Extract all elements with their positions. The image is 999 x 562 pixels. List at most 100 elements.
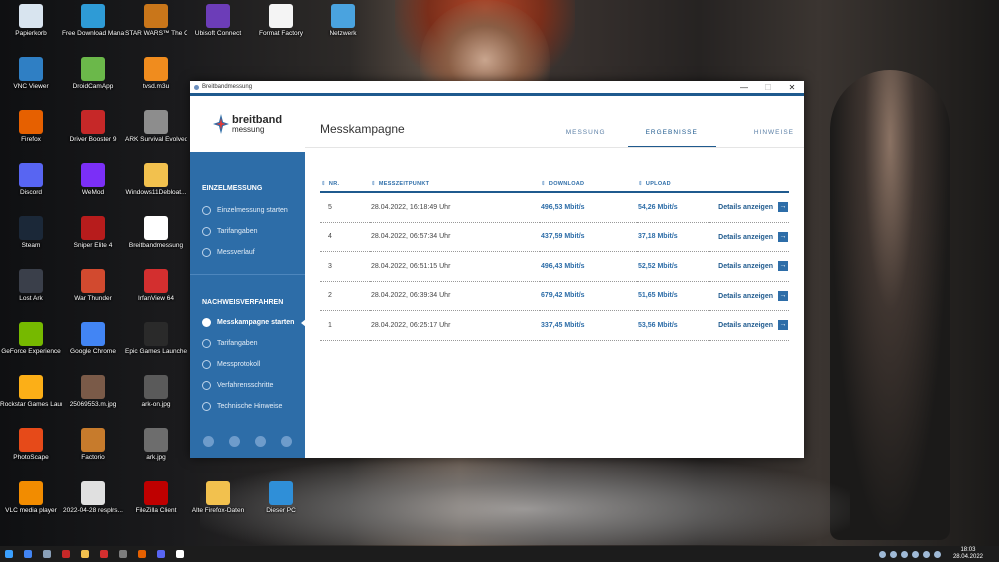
desktop-icon[interactable]: Discord bbox=[0, 163, 62, 197]
desktop-icon[interactable]: ark-on.jpg bbox=[125, 375, 187, 409]
game-icon[interactable] bbox=[62, 550, 70, 558]
desktop-icon[interactable]: GeForce Experience bbox=[0, 322, 62, 356]
tray-icon[interactable] bbox=[911, 550, 919, 558]
tab-hinweise[interactable]: HINWEISE bbox=[754, 126, 794, 148]
desktop-icon-image bbox=[144, 110, 168, 134]
desktop-icon[interactable]: Windows11Debloat... bbox=[125, 163, 187, 197]
tray-icon[interactable] bbox=[878, 550, 886, 558]
desktop-icon[interactable]: Netzwerk bbox=[312, 4, 374, 38]
sidebar-item-messverlauf[interactable]: Messverlauf bbox=[190, 242, 305, 263]
tab-messung[interactable]: MESSUNG bbox=[566, 126, 606, 148]
gear-icon[interactable] bbox=[280, 435, 292, 447]
desktop-icon-label: tvsd.m3u bbox=[142, 83, 170, 90]
network-tool-icon[interactable] bbox=[43, 550, 51, 558]
desktop-icon[interactable]: Format Factory bbox=[250, 4, 312, 38]
record-icon[interactable] bbox=[100, 550, 108, 558]
tray-icon[interactable] bbox=[900, 550, 908, 558]
desktop-icon[interactable]: Google Chrome bbox=[62, 322, 124, 356]
desktop-icon-label: 2022-04-28 resplrs... bbox=[63, 507, 123, 514]
desktop-icon-image bbox=[144, 481, 168, 505]
desktop-icon[interactable]: Papierkorb bbox=[0, 4, 62, 38]
desktop-icon[interactable]: Steam bbox=[0, 216, 62, 250]
header-upload[interactable]: ⇕ UPLOAD bbox=[637, 176, 709, 193]
sidebar-item-tarifangaben-2[interactable]: Tarifangaben bbox=[190, 333, 305, 354]
desktop-icon[interactable]: Breitbandmessung bbox=[125, 216, 187, 250]
section-heading-nachweisverfahren: NACHWEISVERFAHREN bbox=[202, 299, 284, 306]
desktop-icon[interactable]: Sniper Elite 4 bbox=[62, 216, 124, 250]
close-button[interactable]: ✕ bbox=[780, 83, 804, 92]
sidebar-item-tarifangaben-1[interactable]: Tarifangaben bbox=[190, 221, 305, 242]
desktop-icon[interactable]: WeMod bbox=[62, 163, 124, 197]
desktop-icon[interactable]: PhotoScape bbox=[0, 428, 62, 462]
info-icon[interactable] bbox=[254, 435, 266, 447]
desktop-icon[interactable]: Free Download Manager bbox=[62, 4, 124, 38]
firefox-icon[interactable] bbox=[138, 550, 146, 558]
sidebar-item-label: Tarifangaben bbox=[217, 228, 258, 235]
desktop-icon[interactable]: Dieser PC bbox=[250, 481, 312, 515]
sidebar-item-einzelmessung-starten[interactable]: Einzelmessung starten bbox=[190, 200, 305, 221]
cell-download: 679,42 Mbit/s bbox=[540, 281, 637, 311]
desktop-icon[interactable]: Lost Ark bbox=[0, 269, 62, 303]
details-button[interactable]: Details anzeigen → bbox=[709, 192, 789, 223]
desktop-icon[interactable]: War Thunder bbox=[62, 269, 124, 303]
desktop-icon-image bbox=[81, 216, 105, 240]
app-icon[interactable] bbox=[119, 550, 127, 558]
desktop-icon[interactable]: DroidCamApp bbox=[62, 57, 124, 91]
discord-icon[interactable] bbox=[157, 550, 165, 558]
table-row: 1 28.04.2022, 06:25:17 Uhr 337,45 Mbit/s 53… bbox=[320, 310, 789, 341]
desktop-icon[interactable]: IrfanView 64 bbox=[125, 269, 187, 303]
desktop-icon[interactable]: Rockstar Games Launcher bbox=[0, 375, 62, 409]
sidebar-item-messprotokoll[interactable]: Messprotokoll bbox=[190, 354, 305, 375]
desktop-icon[interactable]: tvsd.m3u bbox=[125, 57, 187, 91]
details-button[interactable]: Details anzeigen → bbox=[709, 251, 789, 282]
wifi-icon[interactable] bbox=[922, 550, 930, 558]
desktop-icon-image bbox=[269, 4, 293, 28]
desktop-icon-label: IrfanView 64 bbox=[137, 295, 174, 302]
cell-nr: 4 bbox=[320, 222, 370, 252]
desktop-icon[interactable]: FileZilla Client bbox=[125, 481, 187, 515]
desktop-icon[interactable]: ARK Survival Evolved bbox=[125, 110, 187, 144]
window-titlebar[interactable]: Breitbandmessung — ☐ ✕ bbox=[190, 81, 804, 93]
desktop-icon[interactable]: 2022-04-28 resplrs... bbox=[62, 481, 124, 515]
app-icon bbox=[194, 84, 199, 90]
info-icon bbox=[202, 402, 211, 411]
details-button[interactable]: Details anzeigen → bbox=[709, 222, 789, 252]
details-button[interactable]: Details anzeigen → bbox=[709, 310, 789, 341]
desktop-icon[interactable]: Firefox bbox=[0, 110, 62, 144]
desktop-icon[interactable]: STAR WARS™ The Old Republic™ bbox=[125, 4, 187, 38]
desktop-icon[interactable]: VNC Viewer bbox=[0, 57, 62, 91]
taskbar-clock[interactable]: 18:03 28.04.2022 bbox=[953, 547, 983, 561]
header-nr[interactable]: ⇕ NR. bbox=[320, 176, 370, 193]
chrome-icon[interactable] bbox=[24, 550, 32, 558]
desktop-icon[interactable]: Driver Booster 9 bbox=[62, 110, 124, 144]
desktop-icon-label: Ubisoft Connect bbox=[194, 30, 242, 37]
sidebar-item-messkampagne-starten[interactable]: Messkampagne starten bbox=[190, 312, 306, 333]
breitbandmessung-logo[interactable]: breitband messung bbox=[190, 96, 305, 152]
tray-icon[interactable] bbox=[889, 550, 897, 558]
desktop-icon[interactable]: Epic Games Launcher bbox=[125, 322, 187, 356]
cell-messzeitpunkt: 28.04.2022, 06:57:34 Uhr bbox=[370, 222, 540, 252]
breitbandmessung-icon[interactable] bbox=[176, 550, 184, 558]
maximize-button[interactable]: ☐ bbox=[756, 83, 780, 92]
minimize-button[interactable]: — bbox=[732, 83, 756, 92]
volume-icon[interactable] bbox=[933, 550, 941, 558]
home-icon[interactable] bbox=[203, 435, 215, 447]
tab-ergebnisse[interactable]: ERGEBNISSE bbox=[627, 126, 716, 148]
sidebar-item-technische-hinweise[interactable]: Technische Hinweise bbox=[190, 396, 305, 417]
table-row: 3 28.04.2022, 06:51:15 Uhr 496,43 Mbit/s 52… bbox=[320, 251, 789, 282]
header-download[interactable]: ⇕ DOWNLOAD bbox=[540, 176, 637, 193]
details-button[interactable]: Details anzeigen → bbox=[709, 281, 789, 311]
desktop-icon[interactable]: ark.jpg bbox=[125, 428, 187, 462]
sidebar-item-label: Messprotokoll bbox=[217, 361, 261, 368]
sidebar-item-verfahrensschritte[interactable]: Verfahrensschritte bbox=[190, 375, 305, 396]
desktop-icon[interactable]: 25069553.m.jpg bbox=[62, 375, 124, 409]
windows-start-icon[interactable] bbox=[5, 550, 13, 558]
desktop-icon[interactable]: Alte Firefox-Daten bbox=[187, 481, 249, 515]
globe-icon[interactable] bbox=[229, 435, 241, 447]
desktop-icon[interactable]: Ubisoft Connect bbox=[187, 4, 249, 38]
folder-icon[interactable] bbox=[81, 550, 89, 558]
desktop-icon-image bbox=[19, 163, 43, 187]
header-messzeitpunkt[interactable]: ⇕ MESSZEITPUNKT bbox=[370, 176, 540, 193]
desktop-icon[interactable]: Factorio bbox=[62, 428, 124, 462]
desktop-icon[interactable]: VLC media player bbox=[0, 481, 62, 515]
